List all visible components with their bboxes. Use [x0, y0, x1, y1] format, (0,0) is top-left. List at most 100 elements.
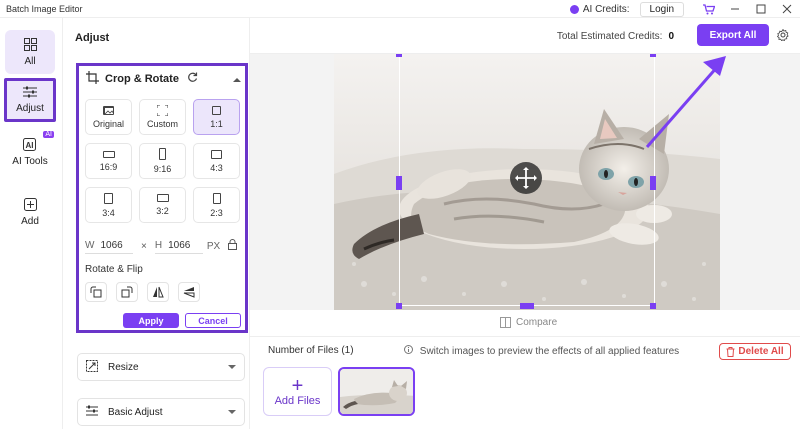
reset-icon[interactable] [187, 72, 198, 86]
export-all-button[interactable]: Export All [697, 24, 769, 46]
minimize-icon[interactable] [722, 0, 748, 18]
apply-button[interactable]: Apply [123, 313, 179, 328]
delete-all-label: Delete All [738, 346, 784, 357]
files-strip: Number of Files (1) Switch images to pre… [250, 336, 800, 429]
delete-all-button[interactable]: Delete All [719, 343, 791, 360]
move-icon[interactable] [510, 162, 542, 194]
nav-item-all[interactable]: All [5, 30, 55, 74]
rotate-left-button[interactable] [85, 282, 107, 302]
crop-handle[interactable] [396, 303, 402, 309]
ratio-3-4[interactable]: 3:4 [85, 187, 132, 223]
crop-handle[interactable] [520, 303, 534, 309]
compare-button[interactable]: Compare [500, 317, 557, 328]
cancel-button[interactable]: Cancel [185, 313, 241, 328]
resize-section[interactable]: Resize [77, 353, 245, 381]
height-field[interactable]: H 1066 [154, 238, 203, 254]
ratio-9-16[interactable]: 9:16 [139, 143, 186, 179]
sliders-icon [86, 405, 98, 419]
ratio-2-3[interactable]: 2:3 [193, 187, 240, 223]
chevron-down-icon [228, 363, 236, 372]
width-field[interactable]: W 1066 [85, 238, 133, 254]
total-credits: Total Estimated Credits: 0 [557, 31, 674, 42]
rotate-left-icon [90, 286, 102, 298]
crop-rotate-label: Crop & Rotate [105, 73, 179, 85]
nav-item-add[interactable]: Add [5, 190, 55, 234]
flip-vertical-icon [183, 287, 195, 298]
cat-photo[interactable] [334, 54, 720, 310]
close-icon[interactable] [774, 0, 800, 18]
rotate-flip-label: Rotate & Flip [85, 264, 143, 275]
rotate-right-button[interactable] [116, 282, 138, 302]
total-credits-value: 0 [668, 31, 674, 42]
crop-handle[interactable] [396, 54, 402, 57]
trash-icon [726, 346, 735, 357]
info-icon [404, 345, 416, 357]
nav-label-all: All [24, 55, 36, 67]
ratio-shape [159, 148, 166, 160]
plus-icon: + [291, 374, 304, 397]
ratio-label: 16:9 [99, 161, 118, 172]
crop-rotate-section: Crop & Rotate Original Custom 1:1 16:9 9… [76, 63, 248, 333]
ratio-16-9[interactable]: 16:9 [85, 143, 132, 179]
times-sign: × [141, 240, 147, 252]
flip-horizontal-icon [153, 286, 164, 298]
preview-area [250, 54, 800, 310]
nav-item-ai-tools[interactable]: AI AI AI Tools [5, 130, 55, 174]
crop-handle[interactable] [650, 54, 656, 57]
ratio-custom[interactable]: Custom [139, 99, 186, 135]
panel-title: Adjust [75, 32, 110, 44]
nav-item-adjust[interactable]: Adjust [4, 78, 56, 122]
crop-handle[interactable] [650, 303, 656, 309]
ratio-label: 9:16 [153, 164, 172, 174]
ratio-4-3[interactable]: 4:3 [193, 143, 240, 179]
left-nav: All Adjust AI AI AI Tools Add [0, 18, 63, 429]
basic-adjust-section[interactable]: Basic Adjust [77, 398, 245, 426]
ratio-shape [212, 105, 221, 115]
ratio-shape [211, 149, 222, 159]
title-bar: Batch Image Editor AI Credits: Login [0, 0, 800, 18]
login-button[interactable]: Login [639, 1, 684, 17]
thumbnail-image [340, 369, 413, 414]
flip-horizontal-button[interactable] [147, 282, 169, 302]
add-files-label: Add Files [274, 394, 321, 407]
crop-handle[interactable] [396, 176, 402, 190]
width-value: 1066 [100, 240, 123, 251]
total-credits-label: Total Estimated Credits: [556, 31, 663, 42]
flip-vertical-button[interactable] [178, 282, 200, 302]
ratio-shape [212, 192, 221, 204]
sliders-icon [23, 86, 37, 100]
resize-label: Resize [108, 361, 139, 373]
ai-credits-icon [569, 4, 579, 14]
ai-icon: AI [23, 137, 37, 153]
ratio-original[interactable]: Original [85, 99, 132, 135]
ratio-shape [102, 150, 115, 158]
lock-icon[interactable] [228, 239, 238, 253]
main-area: Total Estimated Credits: 0 Export All Co… [250, 18, 800, 429]
ratio-1-1[interactable]: 1:1 [193, 99, 240, 135]
chevron-up-icon[interactable] [233, 75, 241, 84]
ratio-label: Custom [146, 119, 178, 129]
app-title: Batch Image Editor [6, 3, 83, 14]
crop-icon [86, 71, 99, 87]
compare-label: Compare [516, 317, 558, 328]
rotate-right-icon [121, 286, 133, 298]
file-thumbnail[interactable] [338, 367, 415, 416]
gear-icon[interactable] [776, 28, 789, 44]
height-key: H [154, 240, 163, 251]
crop-rotate-header[interactable]: Crop & Rotate [86, 70, 241, 88]
add-files-button[interactable]: + Add Files [263, 367, 332, 416]
hint-text: Switch images to preview the effects of … [404, 345, 679, 357]
width-key: W [85, 240, 95, 251]
hint-label: Switch images to preview the effects of … [419, 346, 680, 357]
ai-credits-label: AI Credits: [582, 3, 630, 15]
cart-icon[interactable] [696, 0, 722, 18]
adjust-panel: Adjust Crop & Rotate Original Custom 1:1 [63, 18, 250, 429]
crop-handle[interactable] [650, 176, 656, 190]
ratio-label: 3:4 [102, 207, 115, 218]
ratio-label: Original [92, 118, 124, 129]
nav-label-ai-tools: AI Tools [12, 155, 48, 167]
maximize-icon[interactable] [748, 0, 774, 18]
nav-label-add: Add [21, 215, 39, 227]
ai-credits[interactable]: AI Credits: [569, 3, 630, 15]
ratio-3-2[interactable]: 3:2 [139, 187, 186, 223]
